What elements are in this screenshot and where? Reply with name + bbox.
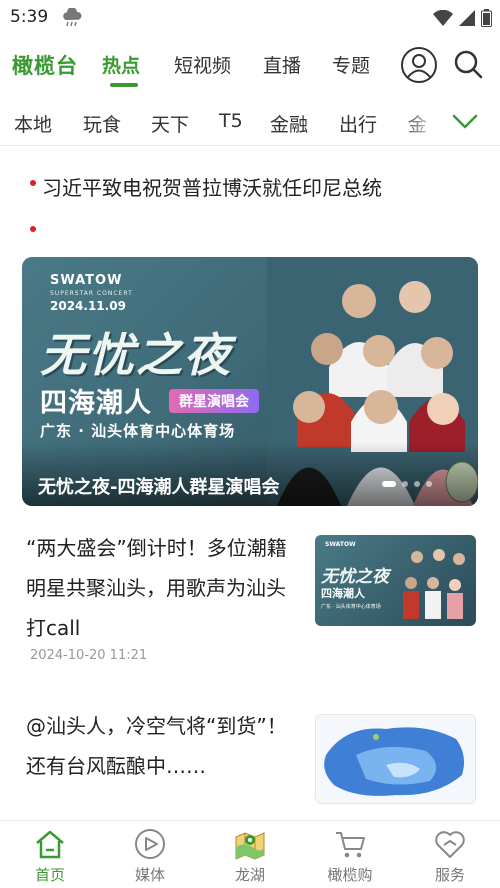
article-thumbnail: SWATOW 无忧之夜 四海潮人 广东 · 汕头体育中心体育场 [315, 535, 476, 626]
weather-map-image [316, 715, 475, 803]
carousel-dot [426, 481, 432, 487]
status-time: 5:39 [10, 7, 49, 27]
channel-bar: 本地 玩食 天下 T5 金融 出行 金 [0, 94, 500, 146]
nav-service[interactable]: 服务 [400, 821, 500, 888]
wifi-icon [433, 10, 453, 26]
banner-tag: 群星演唱会 [169, 389, 259, 413]
carousel-indicator [382, 481, 432, 487]
bottom-nav: 首页 媒体 龙湖 橄榄购 服务 [0, 820, 500, 888]
headline-bullet [30, 226, 36, 232]
thumb-brand: SWATOW [325, 541, 356, 548]
channel-world[interactable]: 天下 [151, 110, 189, 137]
channel-travel[interactable]: 出行 [339, 110, 377, 137]
status-indicators [433, 8, 492, 28]
status-bar: 5:39 [0, 0, 500, 36]
cart-icon [336, 832, 365, 858]
banner-venue: 广东 · 汕头体育中心体育场 [40, 422, 236, 440]
article-thumbnail [315, 714, 476, 804]
thumb-performers-image [403, 549, 465, 619]
nav-shop[interactable]: 橄榄购 [300, 821, 400, 888]
channel-local[interactable]: 本地 [14, 110, 52, 137]
active-tab-indicator [110, 83, 138, 87]
nav-media-label: 媒体 [134, 866, 165, 884]
nav-home[interactable]: 首页 [0, 821, 100, 888]
headline-bullet [30, 180, 36, 186]
banner-subtitle: SUPERSTAR CONCERT [50, 290, 133, 297]
carousel-dot [414, 481, 420, 487]
thumb-venue: 广东 · 汕头体育中心体育场 [321, 604, 381, 610]
channel-t5[interactable]: T5 [219, 110, 243, 132]
banner-brand: SWATOW [50, 273, 123, 288]
nav-service-label: 服务 [434, 866, 465, 884]
signal-icon [459, 10, 475, 26]
nav-shop-label: 橄榄购 [327, 866, 373, 884]
article-item[interactable]: “两大盛会”倒计时！多位潮籍明星共聚汕头，用歌声为汕头打call 2024-10… [0, 526, 500, 676]
nav-media[interactable]: 媒体 [100, 821, 200, 888]
top-nav: 橄榄台 热点 短视频 直播 专题 [0, 36, 500, 94]
banner-carousel[interactable]: SWATOW SUPERSTAR CONCERT 2024.11.09 无忧之夜… [22, 257, 478, 506]
channel-fade [400, 94, 440, 145]
channel-food[interactable]: 玩食 [83, 110, 121, 137]
banner-title: 无忧之夜 [40, 328, 232, 382]
tab-topics[interactable]: 专题 [332, 51, 370, 78]
weather-icon [63, 8, 82, 27]
carousel-dot-active [382, 481, 396, 487]
article-title: “两大盛会”倒计时！多位潮籍明星共聚汕头，用歌声为汕头打call [26, 536, 287, 640]
nav-longhu-label: 龙湖 [234, 866, 265, 884]
user-icon[interactable] [400, 46, 438, 84]
heart-icon [435, 831, 465, 858]
map-icon [235, 832, 265, 860]
channel-finance[interactable]: 金融 [270, 110, 308, 137]
carousel-dot [402, 481, 408, 487]
tab-hot[interactable]: 热点 [102, 51, 140, 78]
banner-date: 2024.11.09 [50, 299, 126, 313]
banner-caption: 无忧之夜-四海潮人群星演唱会 [38, 477, 280, 498]
article-title: @汕头人，冷空气将“到货”！还有台风酝酿中…… [26, 714, 287, 778]
headline-item[interactable]: 习近平致电祝贺普拉博沃就任印尼总统 [42, 172, 382, 201]
banner-subtitle-large: 四海潮人 [40, 388, 152, 419]
article-time: 2024-10-20 11:21 [30, 648, 148, 663]
thumb-title: 无忧之夜 [321, 567, 389, 587]
tab-short-video[interactable]: 短视频 [174, 51, 231, 78]
nav-home-label: 首页 [34, 866, 65, 884]
battery-icon [481, 9, 492, 27]
tab-live[interactable]: 直播 [263, 51, 301, 78]
app-brand: 橄榄台 [12, 54, 78, 78]
home-icon [36, 830, 64, 859]
nav-longhu[interactable]: 龙湖 [200, 821, 300, 888]
chevron-down-icon[interactable] [448, 104, 482, 138]
play-icon [135, 829, 165, 859]
search-icon[interactable] [452, 48, 484, 80]
thumb-subtitle: 四海潮人 [321, 587, 365, 600]
article-item[interactable]: @汕头人，冷空气将“到货”！还有台风酝酿中…… [0, 700, 500, 816]
